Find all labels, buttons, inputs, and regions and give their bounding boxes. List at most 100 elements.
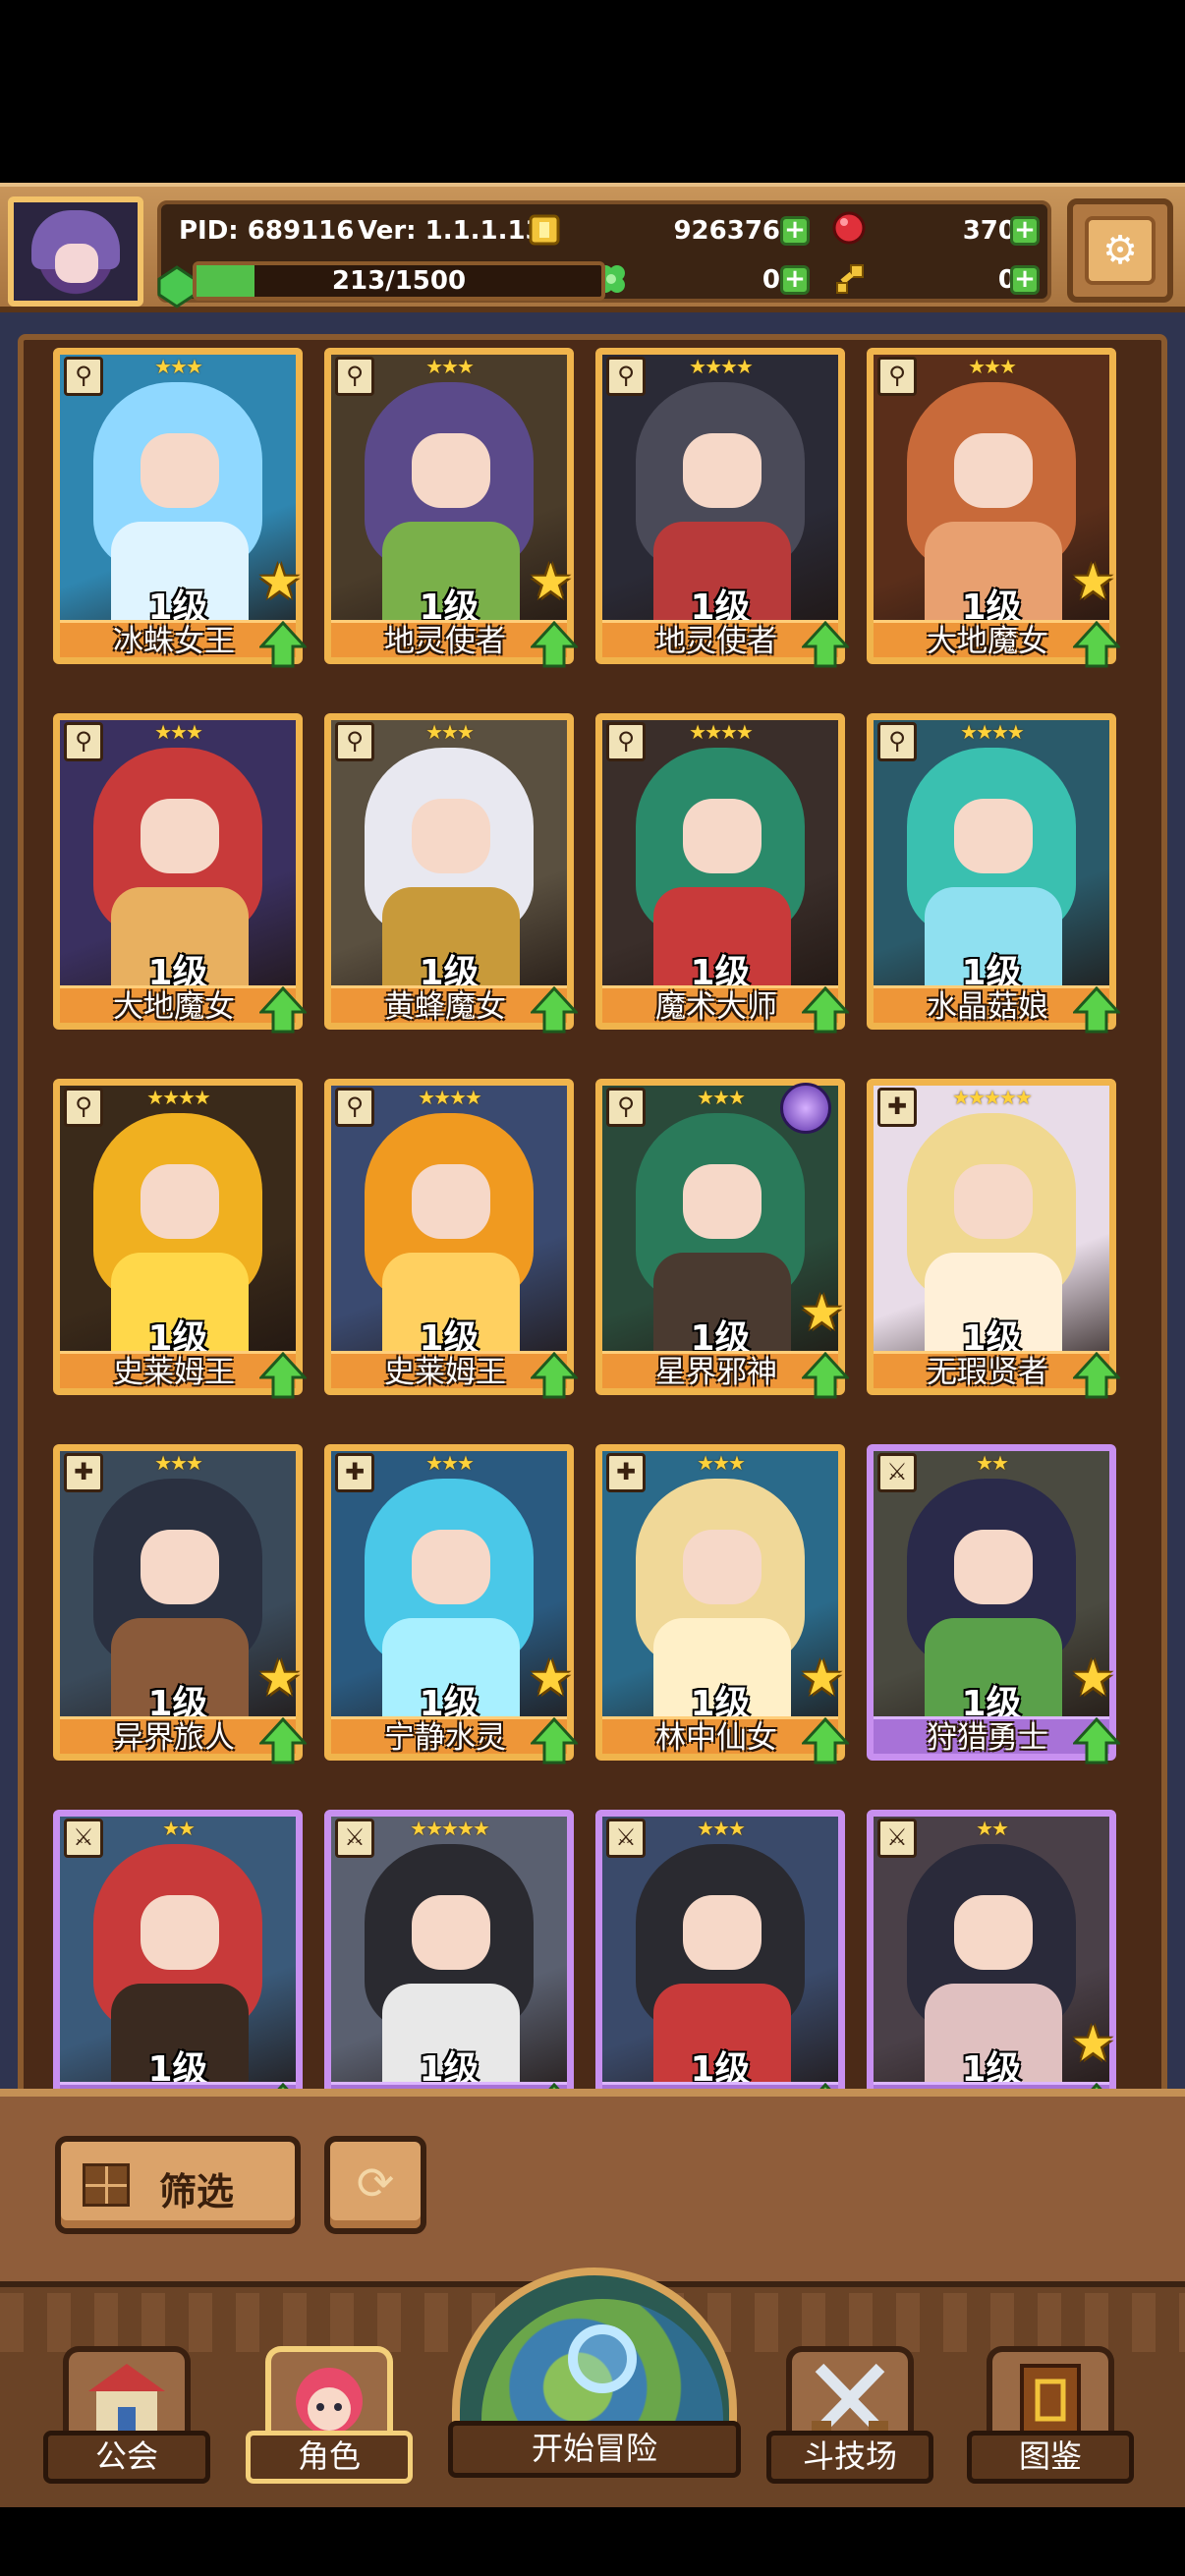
upgrade-arrow-icon xyxy=(259,1352,307,1399)
portrait-face xyxy=(141,799,219,873)
filter-bar: 筛选 ⟳ xyxy=(0,2089,1185,2281)
star-badge-icon: ★ xyxy=(257,553,302,610)
portrait-face xyxy=(141,1530,219,1604)
character-card[interactable]: ⚲ ★★★ 1级 大地魔女 ★ xyxy=(867,348,1120,674)
star-badge-icon: ★ xyxy=(1071,1650,1115,1707)
portrait-face xyxy=(954,1895,1033,1970)
upgrade-arrow-icon xyxy=(1073,621,1120,668)
add-key-button[interactable]: + xyxy=(1010,265,1040,295)
portrait-face xyxy=(141,1895,219,1970)
refresh-button[interactable]: ⟳ xyxy=(324,2136,426,2234)
character-name: 无瑕贤者 xyxy=(927,1355,1048,1390)
card-frame: ⚲ ★★★ 1级 黄蜂魔女 xyxy=(324,713,574,1030)
character-name: 黄蜂魔女 xyxy=(384,989,506,1025)
card-frame: ⚲ ★★★★ 1级 地灵使者 xyxy=(595,348,845,664)
magnifier-icon xyxy=(568,2324,637,2393)
experience-text: 213/1500 xyxy=(331,266,467,296)
character-card[interactable]: ⚲ ★★★★ 1级 水晶菇娘 xyxy=(867,713,1120,1039)
character-name: 大地魔女 xyxy=(113,989,235,1025)
upgrade-arrow-icon xyxy=(1073,1717,1120,1764)
character-card[interactable]: ✚ ★★★ 1级 林中仙女 ★ xyxy=(595,1444,849,1770)
portrait-face xyxy=(412,1895,490,1970)
star-rating: ★★ xyxy=(162,1817,196,1840)
character-card[interactable]: ⚔ ★★ 1级 ★ xyxy=(867,1810,1116,2097)
character-card[interactable]: ⚲ ★★★ 1级 地灵使者 ★ xyxy=(324,348,578,674)
world-map-dome xyxy=(452,2268,737,2446)
character-card[interactable]: ⚲ ★★★ 1级 黄蜂魔女 xyxy=(324,713,578,1039)
upgrade-arrow-icon xyxy=(1073,986,1120,1034)
upgrade-arrow-icon xyxy=(531,1717,578,1764)
gear-icon: ⚙ xyxy=(1085,216,1156,285)
character-name: 冰蛛女王 xyxy=(113,624,235,659)
character-card[interactable]: ✚ ★★★★★ 1级 无瑕贤者 xyxy=(867,1079,1120,1405)
game-version: Ver: 1.1.1.13 xyxy=(358,216,543,246)
character-card[interactable]: ⚲ ★★★ 1级 大地魔女 xyxy=(53,713,307,1039)
settings-button[interactable]: ⚙ xyxy=(1067,198,1173,303)
star-rating: ★★★ xyxy=(154,720,203,744)
card-frame: ⚲ ★★★ 1级 大地魔女 xyxy=(53,713,303,1030)
upgrade-arrow-icon xyxy=(531,621,578,668)
card-frame: ⚔ ★★ 1级 狩猎勇士 xyxy=(867,1444,1116,1761)
character-name: 地灵使者 xyxy=(384,624,506,659)
character-card[interactable]: ⚔ ★★★ 1级 xyxy=(595,1810,845,2097)
character-card[interactable]: ⚲ ★★★ 1级 冰蛛女王 ★ xyxy=(53,348,307,674)
filter-button[interactable]: 筛选 xyxy=(55,2136,301,2234)
character-card[interactable]: ⚲ ★★★★ 1级 地灵使者 xyxy=(595,348,849,674)
start-adventure-button[interactable]: 开始冒险 xyxy=(448,2268,741,2493)
star-rating: ★★★★ xyxy=(960,720,1025,744)
character-card[interactable]: ⚲ ★★★ 1级 星界邪神 ★ xyxy=(595,1079,849,1405)
add-gems-button[interactable]: + xyxy=(1010,216,1040,246)
card-frame: ⚔ ★★ 1级 xyxy=(53,1810,303,2097)
character-card[interactable]: ⚲ ★★★★ 1级 史莱姆王 xyxy=(53,1079,307,1405)
nav-arena-label: 斗技场 xyxy=(766,2431,933,2484)
key-icon xyxy=(836,264,864,294)
add-gold-button[interactable]: + xyxy=(780,216,810,246)
star-badge-icon: ★ xyxy=(1071,553,1115,610)
nav-codex-label: 图鉴 xyxy=(967,2431,1134,2484)
character-card[interactable]: ⚔ ★★ 1级 狩猎勇士 ★ xyxy=(867,1444,1120,1770)
filter-button-label: 筛选 xyxy=(159,2170,235,2213)
upgrade-arrow-icon xyxy=(259,986,307,1034)
card-frame: ✚ ★★★ 1级 林中仙女 xyxy=(595,1444,845,1761)
character-card[interactable]: ⚲ ★★★★ 1级 史莱姆王 xyxy=(324,1079,578,1405)
star-rating: ★★★★ xyxy=(689,355,754,378)
character-name: 宁静水灵 xyxy=(384,1720,506,1756)
portrait-face xyxy=(412,1164,490,1239)
gem-amount: 370 xyxy=(962,216,1016,246)
upgrade-arrow-icon xyxy=(802,1352,849,1399)
star-rating: ★★★ xyxy=(697,1451,746,1475)
refresh-icon: ⟳ xyxy=(356,2156,395,2210)
character-card[interactable]: ✚ ★★★ 1级 异界旅人 ★ xyxy=(53,1444,307,1770)
character-grid[interactable]: ⚲ ★★★ 1级 冰蛛女王 ★ ⚲ ★★★ 1级 地灵使者 ★ ⚲ ★★★★ 1级 地灵使者 ⚲ ★★★ 1级大… xyxy=(18,334,1167,2102)
star-rating: ★★★ xyxy=(154,355,203,378)
character-card[interactable]: ⚔ ★★ 1级 xyxy=(53,1810,303,2097)
portrait-face xyxy=(412,799,490,873)
star-rating: ★★★★★ xyxy=(952,1086,1033,1109)
character-card[interactable]: ⚔ ★★★★★ 1级 xyxy=(324,1810,574,2097)
player-avatar[interactable] xyxy=(8,196,143,307)
character-card[interactable]: ✚ ★★★ 1级 宁静水灵 ★ xyxy=(324,1444,578,1770)
card-frame: ✚ ★★★★★ 1级 无瑕贤者 xyxy=(867,1079,1116,1395)
filter-grid-icon xyxy=(83,2163,130,2207)
card-frame: ✚ ★★★ 1级 异界旅人 xyxy=(53,1444,303,1761)
rune-badge-icon xyxy=(780,1083,831,1134)
character-name: 魔术大师 xyxy=(655,989,777,1025)
nav-characters-label: 角色 xyxy=(246,2431,413,2484)
portrait-face xyxy=(683,1164,762,1239)
character-card[interactable]: ⚲ ★★★★ 1级 魔术大师 xyxy=(595,713,849,1039)
upgrade-arrow-icon xyxy=(1073,1352,1120,1399)
upgrade-arrow-icon xyxy=(531,1352,578,1399)
add-clover-button[interactable]: + xyxy=(780,265,810,295)
card-frame: ⚲ ★★★★ 1级 魔术大师 xyxy=(595,713,845,1030)
start-adventure-label: 开始冒险 xyxy=(448,2421,741,2478)
star-rating: ★★★★ xyxy=(689,720,754,744)
portrait-face xyxy=(954,799,1033,873)
star-rating: ★★★ xyxy=(425,1451,475,1475)
star-rating: ★★★ xyxy=(425,355,475,378)
upgrade-arrow-icon xyxy=(802,621,849,668)
character-name: 异界旅人 xyxy=(113,1720,235,1756)
card-frame: ⚲ ★★★ 1级 冰蛛女王 xyxy=(53,348,303,664)
star-badge-icon: ★ xyxy=(529,553,573,610)
portrait-face xyxy=(412,1530,490,1604)
key-amount: 0 xyxy=(997,265,1016,295)
